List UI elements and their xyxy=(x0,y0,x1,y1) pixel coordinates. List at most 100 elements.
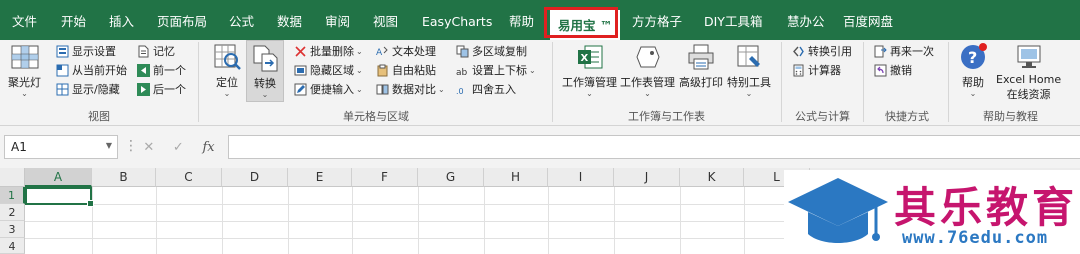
multi-copy-button[interactable]: 多区域复制 xyxy=(456,42,527,60)
formula-input[interactable] xyxy=(228,135,1080,159)
menu-bar: 文件 开始 插入 页面布局 公式 数据 审阅 视图 EasyCharts 帮助 … xyxy=(0,0,1080,40)
excel-workbook-icon: X xyxy=(577,45,602,69)
column-header-f[interactable]: F xyxy=(352,168,418,187)
calculator-button[interactable]: 计算器 xyxy=(792,61,841,79)
show-settings-button[interactable]: 显示设置 xyxy=(56,42,116,60)
group-separator xyxy=(948,42,949,122)
calculator-label: 计算器 xyxy=(808,64,841,77)
free-paste-button[interactable]: 自由粘贴 xyxy=(376,61,436,79)
spotlight-label: 聚光灯 xyxy=(8,76,41,89)
column-header-b[interactable]: B xyxy=(92,168,156,187)
row-header-1[interactable]: 1 xyxy=(0,187,25,204)
locate-button[interactable]: 定位 ⌄ xyxy=(212,42,242,98)
convert-ref-button[interactable]: 转换引用 xyxy=(792,42,852,60)
row-header-3[interactable]: 3 xyxy=(0,221,25,238)
batch-delete-button[interactable]: 批量删除 ⌄ xyxy=(294,42,363,60)
selected-cell-a1[interactable] xyxy=(25,187,94,207)
tab-insert[interactable]: 插入 xyxy=(109,0,134,40)
multi-copy-label: 多区域复制 xyxy=(472,45,527,58)
column-header-e[interactable]: E xyxy=(288,168,352,187)
workbook-manage-label: 工作簿管理 xyxy=(562,76,617,89)
delete-x-icon xyxy=(295,45,306,57)
gridline xyxy=(680,187,681,254)
batch-delete-label: 批量删除 xyxy=(310,45,354,58)
undo-button[interactable]: 撤销 xyxy=(874,61,912,79)
advanced-print-label: 高级打印 xyxy=(679,76,723,89)
compare-icon xyxy=(376,84,389,94)
remember-button[interactable]: 记忆 xyxy=(137,42,175,60)
column-header-d[interactable]: D xyxy=(222,168,288,187)
chevron-down-icon: ⌄ xyxy=(356,65,363,75)
group-label-formula: 公式与计算 xyxy=(795,110,850,123)
text-process-button[interactable]: A 文本处理 xyxy=(376,42,436,60)
group-label-workbook: 工作簿与工作表 xyxy=(628,110,705,123)
sub-sup-button[interactable]: ab 设置上下标 ⌄ xyxy=(456,61,536,79)
svg-text:A: A xyxy=(376,48,383,58)
worksheet-manage-button[interactable]: 工作表管理 ⌄ xyxy=(620,42,675,98)
tab-fangfanggezi[interactable]: 方方格子 xyxy=(632,0,682,40)
spotlight-button[interactable]: 聚光灯 ⌄ xyxy=(8,42,41,98)
chevron-down-icon[interactable]: ▼ xyxy=(106,141,112,150)
data-compare-label: 数据对比 xyxy=(392,83,436,96)
hide-area-label: 隐藏区域 xyxy=(310,64,354,77)
chevron-down-icon: ⌄ xyxy=(969,89,977,98)
gridline xyxy=(92,187,93,254)
tab-file[interactable]: 文件 xyxy=(12,0,37,40)
tab-view[interactable]: 视图 xyxy=(373,0,398,40)
column-header-i[interactable]: I xyxy=(548,168,614,187)
tab-help[interactable]: 帮助 xyxy=(509,0,534,40)
row-header-2[interactable]: 2 xyxy=(0,204,25,221)
tab-easycharts[interactable]: EasyCharts xyxy=(422,0,492,40)
gridline xyxy=(744,187,745,254)
next-button[interactable]: 后一个 xyxy=(137,80,186,98)
cancel-icon[interactable]: ✕ xyxy=(143,140,154,155)
from-current-button[interactable]: 从当前开始 xyxy=(56,61,127,79)
tab-huibangong[interactable]: 慧办公 xyxy=(787,0,825,40)
watermark-title: 其乐教育 xyxy=(894,183,1079,232)
tab-data[interactable]: 数据 xyxy=(277,0,302,40)
group-label-quick: 快捷方式 xyxy=(885,110,929,123)
column-header-g[interactable]: G xyxy=(418,168,484,187)
next-label: 后一个 xyxy=(153,83,186,96)
gridline xyxy=(288,187,289,254)
chevron-down-icon: ⌄ xyxy=(21,89,28,98)
repeat-button[interactable]: 再来一次 xyxy=(874,42,934,60)
row-header-4[interactable]: 4 xyxy=(0,238,25,254)
tab-review[interactable]: 审阅 xyxy=(325,0,350,40)
gridline xyxy=(614,187,615,254)
column-header-a[interactable]: A xyxy=(25,168,92,187)
convert-button[interactable]: 转换 ⌄ xyxy=(246,40,284,102)
column-header-j[interactable]: J xyxy=(614,168,680,187)
tab-page-layout[interactable]: 页面布局 xyxy=(157,0,207,40)
repeat-icon xyxy=(874,45,887,57)
help-button[interactable]: ? 帮助 ⌄ xyxy=(958,42,988,98)
tab-formulas[interactable]: 公式 xyxy=(229,0,254,40)
excel-home-button[interactable]: Excel Home 在线资源 xyxy=(996,42,1061,102)
tab-baidu-pan[interactable]: 百度网盘 xyxy=(843,0,893,40)
gridline xyxy=(222,187,223,254)
show-hide-button[interactable]: 显示/隐藏 xyxy=(56,80,120,98)
sub-sup-label: 设置上下标 xyxy=(472,64,527,77)
monitor-icon xyxy=(1017,45,1041,68)
workbook-manage-button[interactable]: X 工作簿管理 ⌄ xyxy=(562,42,617,98)
select-all-corner[interactable] xyxy=(0,168,25,187)
advanced-print-button[interactable]: 高级打印 xyxy=(679,42,723,90)
group-label-view: 视图 xyxy=(88,110,110,123)
column-header-k[interactable]: K xyxy=(680,168,744,187)
tab-diy-toolbox[interactable]: DIY工具箱 xyxy=(704,0,762,40)
column-header-h[interactable]: H xyxy=(484,168,548,187)
column-header-c[interactable]: C xyxy=(156,168,222,187)
data-compare-button[interactable]: 数据对比 ⌄ xyxy=(376,80,445,98)
ribbon: 聚光灯 ⌄ 显示设置 从当前开始 显示/隐藏 记忆 前一个 后一个 视图 定位 xyxy=(0,40,1080,126)
special-tools-button[interactable]: 特别工具 ⌄ xyxy=(727,42,771,98)
hide-area-button[interactable]: 隐藏区域 ⌄ xyxy=(294,61,363,79)
quick-input-button[interactable]: 便捷输入 ⌄ xyxy=(294,80,363,98)
round-button[interactable]: .0 四舍五入 xyxy=(456,80,516,98)
chevron-down-icon: ⌄ xyxy=(261,90,269,99)
watermark-logo: 其乐教育 www.76edu.com xyxy=(784,170,1080,254)
tab-home[interactable]: 开始 xyxy=(61,0,86,40)
name-box[interactable]: A1 ▼ xyxy=(4,135,118,159)
enter-icon[interactable]: ✓ xyxy=(173,140,184,155)
prev-button[interactable]: 前一个 xyxy=(137,61,186,79)
insert-function-icon[interactable]: fx xyxy=(202,140,214,155)
